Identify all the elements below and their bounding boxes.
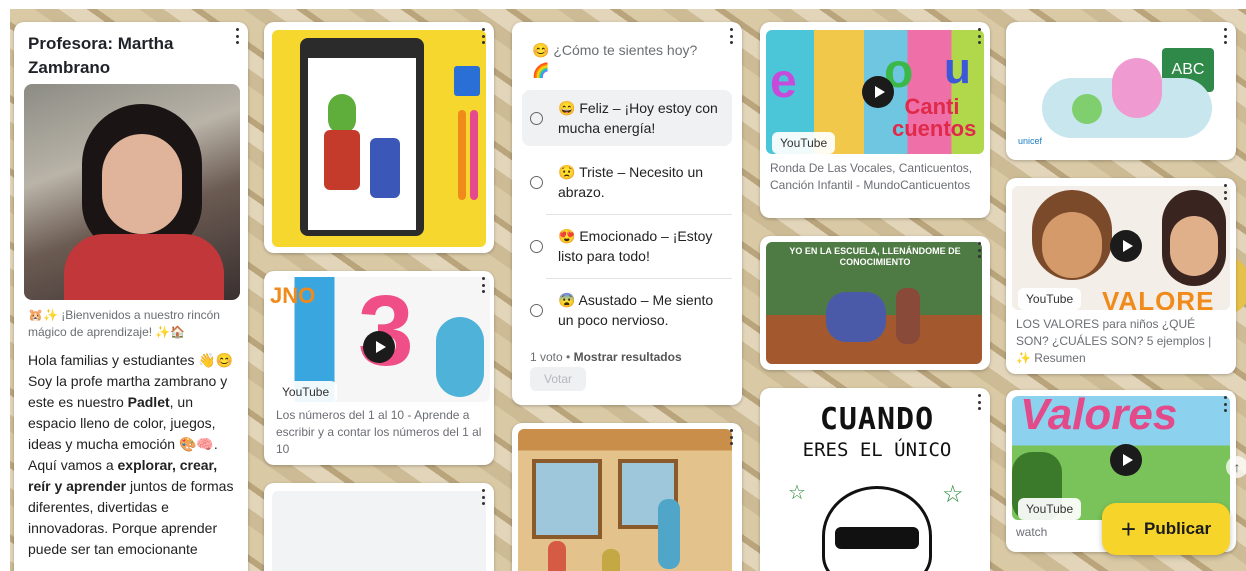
post-menu-icon[interactable] [1222, 28, 1228, 44]
thumb-text: YO EN LA ESCUELA, LLENÁNDOME DE CONOCIMI… [789, 246, 961, 267]
classroom-image-card[interactable] [512, 423, 742, 571]
post-title: Profesora: Martha Zambrano [28, 34, 174, 77]
youtube-badge: YouTube [772, 132, 836, 154]
valores2-video-thumbnail[interactable]: Valores YouTube [1012, 396, 1230, 520]
thumb-logo: Canti cuentos [892, 94, 977, 141]
vocales-video-card[interactable]: e o u Canti cuentos YouTube Ronda De Las… [760, 22, 990, 218]
arrow-up-icon: ↑ [1233, 459, 1241, 475]
profile-post-card[interactable]: Profesora: Martha Zambrano 🐹✨ ¡Bienvenid… [14, 22, 248, 571]
greeting-text: Hola familias y estudiantes 👋😊 [28, 352, 234, 368]
plus-icon: + [1120, 514, 1137, 544]
clipboard-drawing-card[interactable] [264, 22, 494, 253]
numbers-video-thumbnail[interactable]: JNO 3 YouTube [268, 277, 490, 402]
left-edge [0, 0, 10, 571]
poll-footer: 1 voto • Mostrar resultados [530, 350, 682, 364]
play-icon[interactable] [363, 331, 395, 363]
cuando-line1: CUANDO [819, 402, 935, 437]
cuando-image-card[interactable]: CUANDO ERES EL ÚNICO ☆ ☆ [760, 388, 990, 571]
thumb-text: VALORE [1102, 286, 1215, 310]
poll-option-label: 😟 Triste – Necesito un abrazo. [558, 164, 704, 200]
poll-card[interactable]: 😊 ¿Cómo te sientes hoy? 🌈 😄 Feliz – ¡Hoy… [512, 22, 742, 405]
post-menu-icon[interactable] [976, 242, 982, 258]
cuando-headline: CUANDO ERES EL ÚNICO [782, 402, 972, 461]
youtube-badge: YouTube [1018, 498, 1082, 520]
photo-caption: 🐹✨ ¡Bienvenidos a nuestro rincón mágico … [28, 308, 220, 339]
radio-button[interactable] [530, 176, 543, 189]
video-caption: Ronda De Las Vocales, Canticuentos, Canc… [770, 161, 973, 192]
unicef-image-card[interactable]: ABC unicef [1006, 22, 1236, 160]
play-icon[interactable] [862, 76, 894, 108]
youtube-badge: YouTube [1018, 288, 1082, 310]
escuela-video-thumbnail[interactable]: YO EN LA ESCUELA, LLENÁNDOME DE CONOCIMI… [766, 242, 982, 364]
classroom-illustration [518, 429, 732, 571]
loading-placeholder [272, 491, 486, 571]
post-menu-icon[interactable] [728, 429, 734, 445]
divider [546, 278, 732, 279]
post-menu-icon[interactable] [1222, 396, 1228, 412]
vocales-video-thumbnail[interactable]: e o u Canti cuentos YouTube [766, 30, 984, 154]
body-text: Soy la profe martha zambrano y este es n… [28, 373, 234, 557]
star-icon: ☆ [942, 481, 964, 508]
cartoon-face [822, 486, 932, 571]
escuela-video-card[interactable]: YO EN LA ESCUELA, LLENÁNDOME DE CONOCIMI… [760, 236, 990, 370]
poll-option-4[interactable]: 😨 Asustado – Me siento un poco nervioso. [522, 282, 732, 338]
post-menu-icon[interactable] [976, 394, 982, 410]
cuando-line2: ERES EL ÚNICO [802, 439, 952, 461]
vote-button[interactable]: Votar [530, 367, 586, 391]
star-icon: ☆ [788, 482, 806, 504]
post-menu-icon[interactable] [480, 277, 486, 293]
unicef-logo: unicef [1018, 136, 1043, 146]
post-menu-icon[interactable] [480, 489, 486, 505]
video-caption: watch [1016, 525, 1048, 539]
divider [546, 214, 732, 215]
scroll-to-top-button[interactable]: ↑ [1226, 456, 1246, 478]
post-menu-icon[interactable] [1222, 184, 1228, 200]
poll-option-2[interactable]: 😟 Triste – Necesito un abrazo. [522, 154, 732, 210]
publish-button-label: Publicar [1144, 519, 1212, 538]
show-results-link[interactable]: Mostrar resultados [574, 350, 682, 364]
poll-option-3[interactable]: 😍 Emocionado – ¡Estoy listo para todo! [522, 218, 732, 274]
radio-button[interactable] [530, 240, 543, 253]
unicef-illustration: ABC unicef [1012, 28, 1230, 154]
video-caption: Los números del 1 al 10 - Aprende a escr… [276, 408, 482, 456]
empty-post-card[interactable] [264, 483, 494, 571]
radio-button[interactable] [530, 304, 543, 317]
poll-option-label: 😄 Feliz – ¡Hoy estoy con mucha energía! [558, 100, 718, 136]
valores-video-card[interactable]: VALORE YouTube LOS VALORES para niños ¿Q… [1006, 178, 1236, 374]
post-menu-icon[interactable] [728, 28, 734, 44]
radio-button[interactable] [530, 112, 543, 125]
post-body: Hola familias y estudiantes 👋😊 Soy la pr… [28, 350, 238, 560]
poll-option-1[interactable]: 😄 Feliz – ¡Hoy estoy con mucha energía! [522, 90, 732, 146]
separator-dot: • [566, 350, 571, 364]
valores-video-thumbnail[interactable]: VALORE YouTube [1012, 186, 1230, 310]
vote-count: 1 voto [530, 350, 563, 364]
teacher-photo[interactable] [24, 84, 240, 300]
thumb-text: Valores [1020, 396, 1178, 439]
play-icon[interactable] [1110, 230, 1142, 262]
poll-question: 😊 ¿Cómo te sientes hoy? 🌈 [532, 42, 698, 78]
poll-option-label: 😨 Asustado – Me siento un poco nervioso. [558, 292, 714, 328]
video-caption: LOS VALORES para niños ¿QUÉ SON? ¿CUÁLES… [1016, 317, 1212, 348]
publish-button[interactable]: + Publicar [1102, 503, 1230, 555]
numbers-video-card[interactable]: JNO 3 YouTube Los números del 1 al 10 - … [264, 271, 494, 465]
play-icon[interactable] [1110, 444, 1142, 476]
top-edge [0, 0, 1246, 9]
youtube-badge: YouTube [274, 381, 338, 402]
clipboard-drawing-image [272, 30, 486, 247]
post-menu-icon[interactable] [234, 28, 240, 44]
poll-option-label: 😍 Emocionado – ¡Estoy listo para todo! [558, 228, 713, 264]
summary-link[interactable]: ✨ Resumen [1016, 350, 1216, 367]
post-menu-icon[interactable] [976, 28, 982, 44]
post-menu-icon[interactable] [480, 28, 486, 44]
thumb-text: JNO [270, 283, 316, 308]
